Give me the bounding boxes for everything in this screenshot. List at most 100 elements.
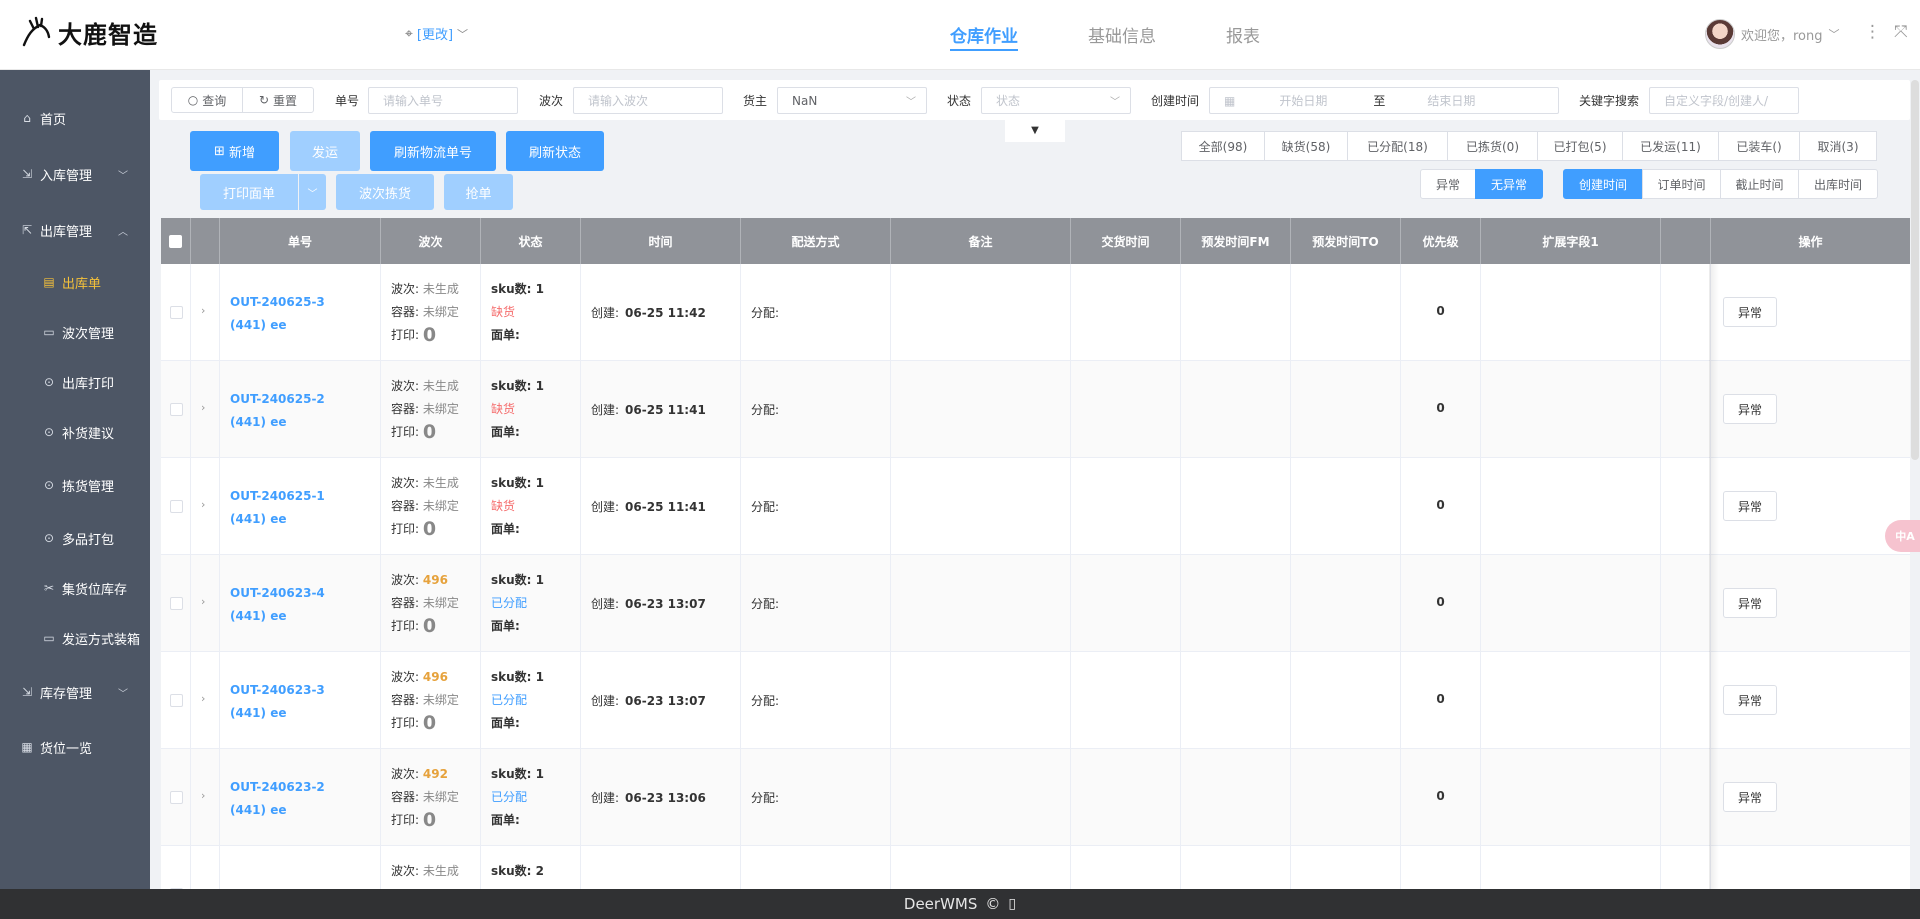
chevron-right-icon[interactable]: › [201,692,205,705]
user-menu[interactable]: 欢迎您，rong ﹀ [1705,19,1840,49]
table-row[interactable]: › OUT-240623-3 (441) ee 波次: 496 容器: 未绑定 打印: 0… [161,652,1910,749]
col-ext1[interactable]: 扩展字段1 [1481,218,1661,264]
row-checkbox[interactable] [170,694,183,707]
chevron-right-icon[interactable]: › [201,789,205,802]
order-number-link[interactable]: OUT-240623-3 [230,679,325,702]
tab-status-shortage[interactable]: 缺货(58) [1264,131,1348,161]
sidebar-item-home[interactable]: ⌂ 首页 [0,103,150,133]
wave-input[interactable]: 请输入波次 [573,87,723,114]
keyword-input[interactable]: 自定义字段/创建人/ [1649,87,1799,114]
user-greeting[interactable]: 欢迎您，rong [1741,25,1823,44]
tab-outbound-time[interactable]: 出库时间 [1798,169,1878,199]
nav-reports[interactable]: 报表 [1226,22,1260,51]
sidebar-item-replenish[interactable]: ⊙ 补货建议 [0,417,150,447]
owner-select[interactable]: NaN ﹀ [777,87,927,114]
tab-created-time[interactable]: 创建时间 [1563,169,1643,199]
chevron-right-icon[interactable]: › [201,595,205,608]
row-checkbox[interactable] [170,500,183,513]
sidebar-item-outbound[interactable]: ⇱ 出库管理 ︿ [0,215,150,245]
grab-order-button[interactable]: 抢单 [444,174,513,210]
order-number-link[interactable]: OUT-240625-1 [230,485,325,508]
table-row[interactable]: › OUT-240625-3 (441) ee 波次: 未生成 容器: 未绑定 打印: 0… [161,264,1910,361]
tab-status-all[interactable]: 全部(98) [1181,131,1265,161]
select-all-checkbox[interactable] [169,234,182,248]
add-button[interactable]: ⊞ 新增 [190,131,279,171]
sidebar-item-print[interactable]: ⊙ 出库打印 [0,367,150,397]
date-range-picker[interactable]: ▦ 开始日期 至 结束日期 [1209,87,1559,114]
sidebar-item-inventory[interactable]: ⇲ 库存管理 ﹀ [0,677,150,707]
mark-anomaly-button[interactable]: 异常 [1723,588,1777,618]
translate-widget[interactable]: 中A [1885,520,1920,552]
table-row[interactable]: › OUT-240623-2 (441) ee 波次: 492 容器: 未绑定 打印: 0… [161,749,1910,846]
logo[interactable]: 大鹿智造 [18,12,158,52]
location-change-link[interactable]: [更改] [417,24,453,43]
col-priority[interactable]: 优先级 [1401,218,1481,264]
chevron-right-icon[interactable]: › [201,498,205,511]
order-input[interactable]: 请输入单号 [368,87,518,114]
nav-warehouse-ops[interactable]: 仓库作业 [950,22,1018,51]
tab-status-cancelled[interactable]: 取消(3) [1799,131,1877,161]
expand-filters-toggle[interactable]: ▼ [1005,120,1065,142]
sidebar-item-inbound[interactable]: ⇲ 入库管理 ﹀ [0,159,150,189]
col-delivery-time[interactable]: 交货时间 [1071,218,1181,264]
col-wave[interactable]: 波次 [381,218,481,264]
tab-status-allocated[interactable]: 已分配(18) [1347,131,1448,161]
row-checkbox[interactable] [170,597,183,610]
sidebar-item-outbound-order[interactable]: ▤ 出库单 [0,267,150,297]
sidebar-item-shipbox[interactable]: ▭ 发运方式装箱 [0,623,150,653]
mark-anomaly-button[interactable]: 异常 [1723,685,1777,715]
tab-status-loaded[interactable]: 已装车() [1718,131,1800,161]
order-number-link[interactable]: OUT-240625-3 [230,291,325,314]
tab-order-time[interactable]: 订单时间 [1642,169,1721,199]
mark-anomaly-button[interactable]: 异常 [1723,782,1777,812]
tab-status-packed[interactable]: 已打包(5) [1537,131,1623,161]
table-row[interactable]: › OUT-240625-1 (441) ee 波次: 未生成 容器: 未绑定 打印: 0… [161,458,1910,555]
tab-no-anomaly[interactable]: 无异常 [1475,169,1543,199]
mark-anomaly-button[interactable]: 异常 [1723,394,1777,424]
sidebar-item-locations[interactable]: ▦ 货位一览 [0,732,150,762]
col-order-no[interactable]: 单号 [220,218,381,264]
start-date-input[interactable]: 开始日期 [1279,92,1373,109]
sidebar-item-picking[interactable]: ⊙ 拣货管理 ﹀ [0,470,150,500]
reset-button[interactable]: ↻ 重置 [242,87,314,113]
col-pre-to[interactable]: 预发时间TO [1291,218,1401,264]
table-row[interactable]: 波次: 未生成 sku数: 2 [161,846,1910,890]
tab-deadline-time[interactable]: 截止时间 [1720,169,1799,199]
order-number-link[interactable]: OUT-240623-2 [230,776,325,799]
print-sheet-button[interactable]: 打印面单 [200,174,298,210]
refresh-status-button[interactable]: 刷新状态 [506,131,604,171]
col-remark[interactable]: 备注 [891,218,1071,264]
query-button[interactable]: ○ 查询 [171,87,243,113]
row-checkbox[interactable] [170,306,183,319]
end-date-input[interactable]: 结束日期 [1427,92,1475,109]
avatar[interactable] [1705,19,1735,49]
more-vertical-icon[interactable]: ⋮ [1864,22,1881,42]
col-status[interactable]: 状态 [481,218,581,264]
tab-status-picked[interactable]: 已拣货(0) [1447,131,1538,161]
location-selector[interactable]: ⌖ [更改] ﹀ [405,24,468,44]
refresh-logistics-button[interactable]: 刷新物流单号 [370,131,496,171]
order-number-link[interactable]: OUT-240623-4 [230,582,325,605]
sidebar-item-multipack[interactable]: ⊙ 多品打包 [0,523,150,553]
sidebar-item-collect[interactable]: ✂ 集货位库存 [0,573,150,603]
tab-status-shipped[interactable]: 已发运(11) [1622,131,1719,161]
chevron-right-icon[interactable]: › [201,304,205,317]
mark-anomaly-button[interactable]: 异常 [1723,491,1777,521]
mobile-icon[interactable]: ▯ [1008,896,1016,912]
table-row[interactable]: › OUT-240623-4 (441) ee 波次: 496 容器: 未绑定 打印: 0… [161,555,1910,652]
sidebar-item-wave[interactable]: ▭ 波次管理 [0,317,150,347]
wave-pick-button[interactable]: 波次拣货 [336,174,434,210]
table-row[interactable]: › OUT-240625-2 (441) ee 波次: 未生成 容器: 未绑定 打印: 0… [161,361,1910,458]
mark-anomaly-button[interactable]: 异常 [1723,297,1777,327]
row-checkbox[interactable] [170,791,183,804]
chevron-right-icon[interactable]: › [201,401,205,414]
ship-button[interactable]: 发运 [290,131,360,171]
tab-anomaly[interactable]: 异常 [1420,169,1476,199]
nav-basic-info[interactable]: 基础信息 [1088,22,1156,51]
col-pre-fm[interactable]: 预发时间FM [1181,218,1291,264]
fullscreen-icon[interactable]: ⤧ [1894,22,1908,42]
col-time[interactable]: 时间 [581,218,741,264]
order-number-link[interactable]: OUT-240625-2 [230,388,325,411]
row-checkbox[interactable] [170,403,183,416]
page-scrollbar[interactable] [1911,80,1919,460]
